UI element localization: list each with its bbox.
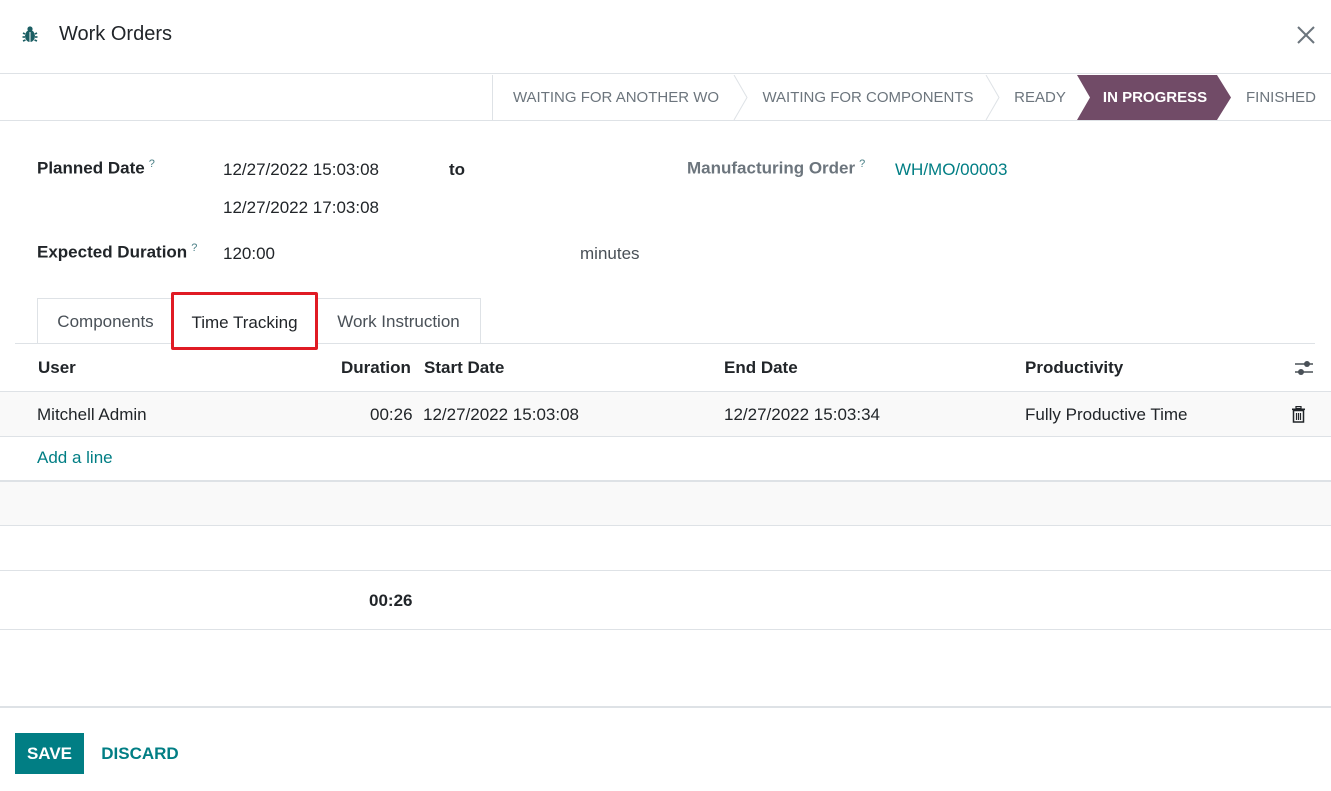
cell-productivity: Fully Productive Time	[1025, 405, 1188, 424]
help-tooltip-icon[interactable]: ?	[191, 242, 197, 254]
stage-waiting-components[interactable]: WAITING FOR COMPONENTS	[748, 75, 988, 120]
manufacturing-order-link[interactable]: WH/MO/00003	[895, 160, 1007, 180]
sliders-icon[interactable]	[1294, 359, 1314, 377]
planned-date-label: Planned Date?	[37, 158, 155, 179]
cell-start-date: 12/27/2022 15:03:08	[423, 405, 579, 424]
stage-label: WAITING FOR COMPONENTS	[762, 89, 974, 106]
column-header-duration[interactable]: Duration	[341, 358, 411, 378]
table-row[interactable]: Mitchell Admin 00:26 12/27/2022 15:03:08…	[0, 391, 1331, 437]
planned-date-start-field[interactable]: 12/27/2022 15:03:08	[223, 160, 379, 180]
dialog-footer: SAVE DISCARD	[0, 706, 1331, 791]
tab-components[interactable]: Components	[37, 298, 174, 344]
stage-label: FINISHED	[1245, 89, 1316, 106]
stage-finished[interactable]: FINISHED	[1232, 75, 1330, 120]
column-header-end-date[interactable]: End Date	[724, 358, 798, 378]
to-label: to	[449, 160, 466, 179]
column-header-productivity[interactable]: Productivity	[1025, 358, 1123, 378]
stage-in-progress[interactable]: IN PROGRESS	[1090, 75, 1220, 120]
stage-label: READY	[1014, 89, 1066, 106]
dialog-header: Work Orders	[0, 0, 1331, 74]
discard-button[interactable]: DISCARD	[95, 733, 185, 774]
trash-icon[interactable]	[1291, 406, 1306, 423]
cell-duration: 00:26	[370, 405, 413, 424]
empty-row	[0, 480, 1331, 526]
stage-waiting-another-wo[interactable]: WAITING FOR ANOTHER WO	[493, 75, 739, 120]
help-tooltip-icon[interactable]: ?	[149, 158, 155, 170]
manufacturing-order-label-text: Manufacturing Order	[687, 158, 856, 178]
total-duration: 00:26	[369, 591, 413, 610]
stage-ready[interactable]: READY	[1000, 75, 1080, 120]
help-tooltip-icon[interactable]: ?	[859, 158, 865, 170]
cell-end-date: 12/27/2022 15:03:34	[724, 405, 880, 424]
expected-duration-field[interactable]: 120:00	[223, 244, 275, 264]
planned-date-end-field[interactable]: 12/27/2022 17:03:08	[223, 198, 379, 218]
manufacturing-order-label: Manufacturing Order?	[687, 158, 865, 179]
tab-work-instruction[interactable]: Work Instruction	[316, 298, 481, 344]
expected-duration-label-text: Expected Duration	[37, 242, 188, 262]
status-bar: WAITING FOR ANOTHER WO WAITING FOR COMPO…	[0, 75, 1331, 121]
tab-time-tracking[interactable]: Time Tracking	[171, 292, 318, 350]
stage-label: IN PROGRESS	[1102, 89, 1208, 106]
column-header-user[interactable]: User	[38, 358, 76, 378]
expected-duration-label: Expected Duration?	[37, 242, 197, 263]
planned-date-label-text: Planned Date	[37, 158, 145, 178]
empty-row	[0, 526, 1331, 571]
table-footer-row	[0, 571, 1331, 630]
expected-duration-unit: minutes	[580, 244, 640, 263]
add-line-link[interactable]: Add a line	[37, 448, 113, 468]
cell-user: Mitchell Admin	[37, 405, 147, 424]
page-title: Work Orders	[59, 23, 172, 45]
stage-label: WAITING FOR ANOTHER WO	[512, 89, 720, 106]
bug-icon	[22, 26, 38, 42]
column-header-start-date[interactable]: Start Date	[424, 358, 504, 378]
close-icon[interactable]	[1294, 23, 1318, 47]
save-button[interactable]: SAVE	[15, 733, 84, 774]
stage-separator	[985, 75, 1000, 120]
stage-separator	[733, 75, 748, 120]
